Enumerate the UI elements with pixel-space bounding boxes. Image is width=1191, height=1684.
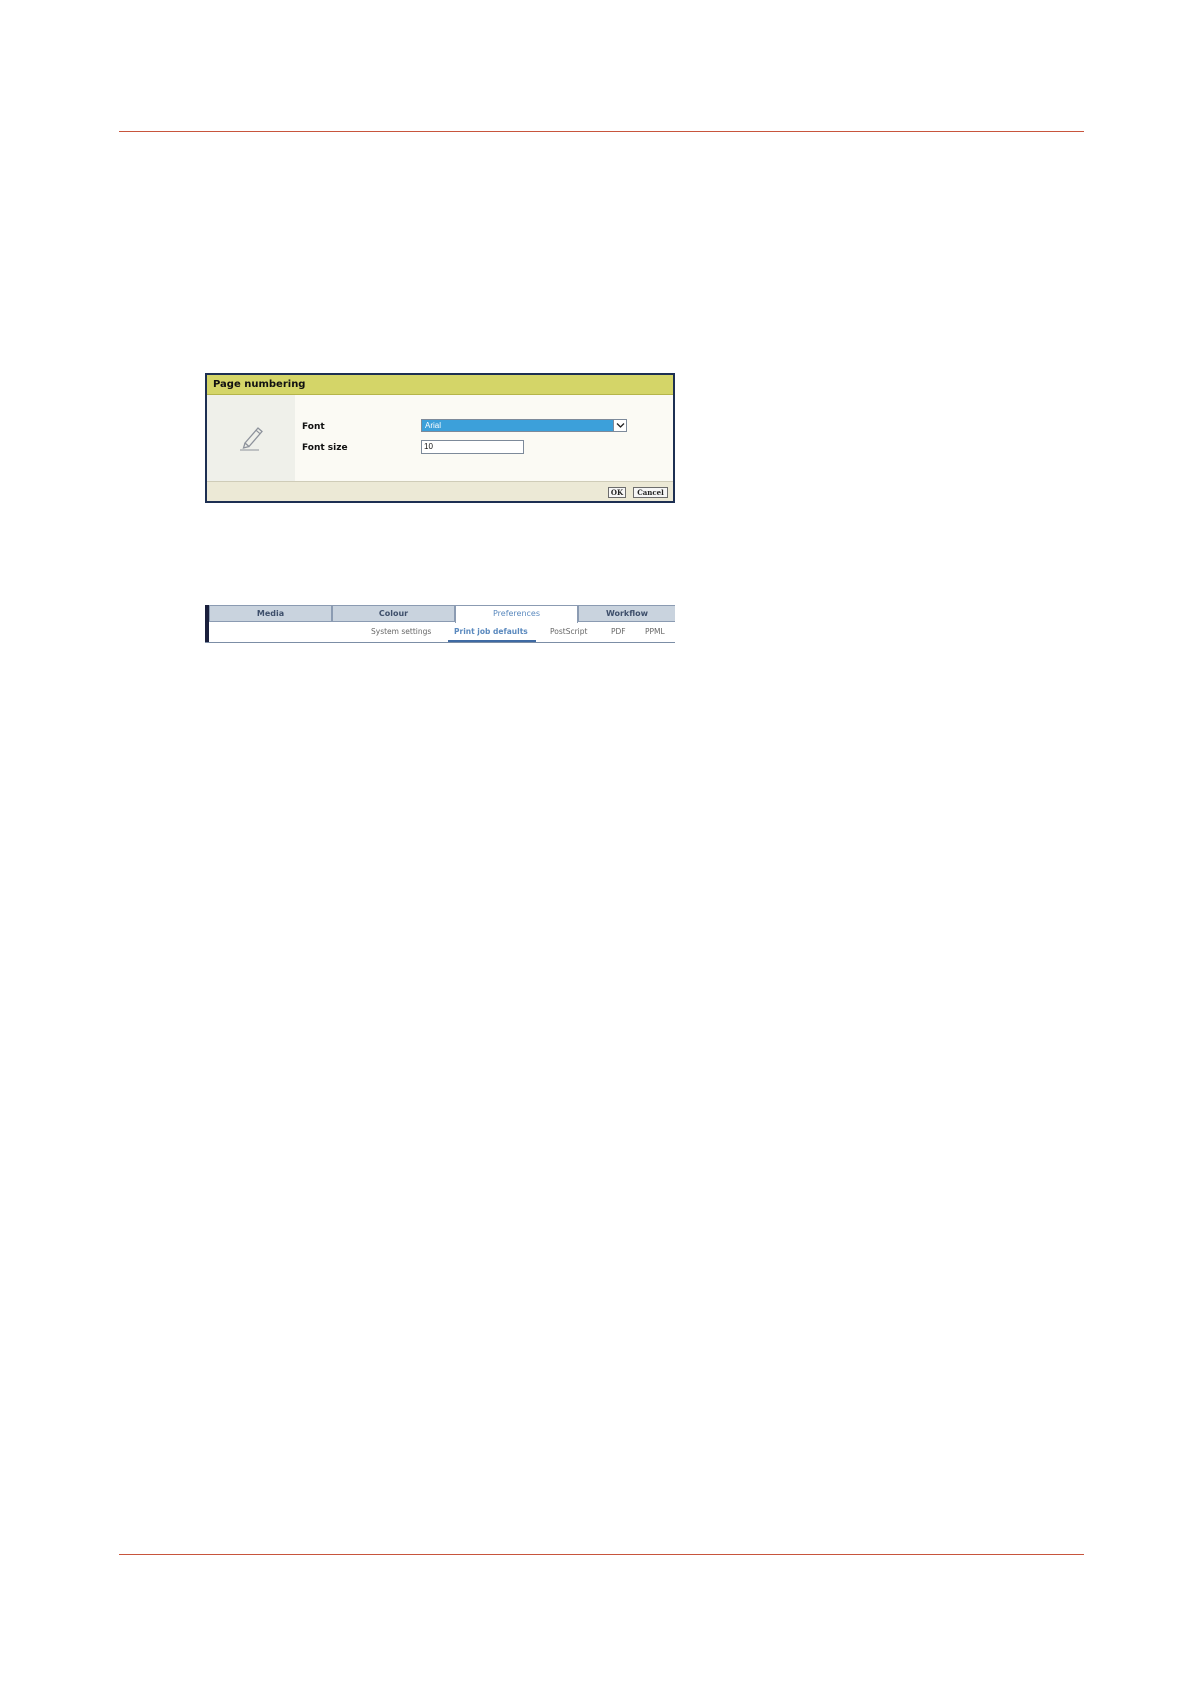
settings-tab-bar: Media Colour Preferences Workflow System… <box>205 605 675 643</box>
cancel-button[interactable]: Cancel <box>633 487 668 498</box>
footer-rule <box>119 1554 1084 1555</box>
font-size-label: Font size <box>302 443 348 453</box>
chevron-down-icon[interactable] <box>613 420 626 431</box>
header-rule <box>119 131 1084 132</box>
subtab-system-settings[interactable]: System settings <box>371 627 431 636</box>
dialog-title: Page numbering <box>207 375 673 395</box>
tabbar-divider <box>205 642 675 643</box>
dialog-icon-panel <box>207 395 295 483</box>
subtab-pdf[interactable]: PDF <box>611 627 626 636</box>
pencil-icon <box>237 422 265 452</box>
subtab-ppml[interactable]: PPML <box>645 627 665 636</box>
font-select[interactable]: Arial <box>421 419 627 432</box>
font-label: Font <box>302 422 325 432</box>
ok-button[interactable]: OK <box>608 487 626 498</box>
tab-media[interactable]: Media <box>209 605 332 622</box>
tab-workflow[interactable]: Workflow <box>578 605 675 622</box>
tab-colour[interactable]: Colour <box>332 605 455 622</box>
subtab-postscript[interactable]: PostScript <box>550 627 587 636</box>
dialog-footer: OK Cancel <box>207 481 673 501</box>
font-select-value: Arial <box>422 420 613 431</box>
font-size-input[interactable]: 10 <box>421 440 524 454</box>
page-numbering-dialog: Page numbering Font Arial Font size 10 O… <box>205 373 675 503</box>
subtab-print-job-defaults[interactable]: Print job defaults <box>454 627 528 636</box>
tab-preferences[interactable]: Preferences <box>455 605 578 623</box>
